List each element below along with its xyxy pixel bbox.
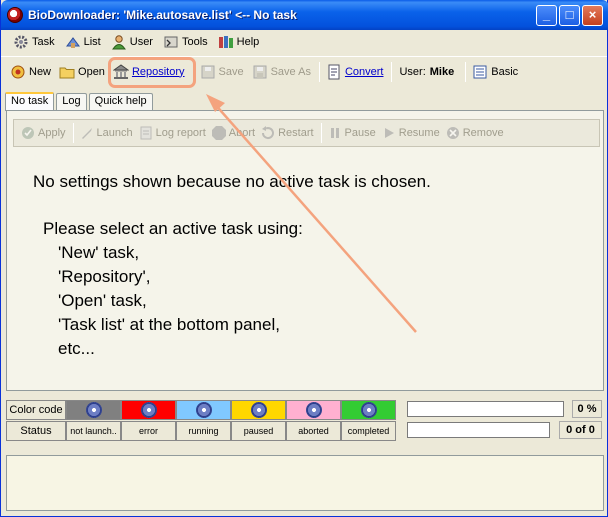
launch-button[interactable]: Launch [79, 125, 138, 141]
status-row: Status not launch.. error running paused… [6, 421, 396, 441]
new-button[interactable]: New [7, 60, 56, 84]
gear-icon [195, 402, 212, 418]
action-toolbar: Apply Launch Log report Abort Restart Pa… [13, 119, 600, 147]
repository-highlight [108, 57, 196, 88]
resume-button[interactable]: Resume [381, 125, 445, 141]
basic-mode-button[interactable]: Basic [469, 60, 523, 84]
apply-button[interactable]: Apply [20, 125, 71, 141]
toolbar-separator [318, 61, 320, 82]
progress-percent: 0 % [572, 400, 602, 418]
rocket-icon [79, 125, 95, 141]
title-bar[interactable]: BioDownloader: 'Mike.autosave.list' <-- … [1, 0, 608, 30]
status-state-label: running [176, 421, 231, 441]
status-swatch [66, 400, 121, 420]
app-window: BioDownloader: 'Mike.autosave.list' <-- … [0, 0, 608, 517]
task-tabs: No task Log Quick help [5, 92, 155, 111]
instruction-item: 'Task list' at the bottom panel, [58, 315, 280, 334]
status-swatch [121, 400, 176, 420]
save-icon [200, 64, 216, 80]
task-progress-bar [407, 422, 550, 438]
abort-button[interactable]: Abort [211, 125, 260, 141]
task-icon [13, 34, 29, 50]
minimize-button[interactable]: _ [536, 5, 557, 26]
menu-bar: Task List User Tools Help [1, 30, 607, 54]
menu-user[interactable]: User [107, 31, 159, 53]
no-task-message: No settings shown because no active task… [33, 172, 431, 191]
menu-list[interactable]: List [61, 31, 107, 53]
menu-task[interactable]: Task [9, 31, 61, 53]
gear-icon [140, 402, 157, 418]
tab-quick-help[interactable]: Quick help [88, 93, 153, 110]
status-state-label: aborted [286, 421, 341, 441]
gear-icon [360, 402, 377, 418]
status-state-label: error [121, 421, 176, 441]
task-content-panel: Apply Launch Log report Abort Restart Pa… [6, 110, 604, 391]
pause-icon [327, 125, 343, 141]
tab-log[interactable]: Log [56, 93, 87, 110]
window-title: BioDownloader: 'Mike.autosave.list' <-- … [28, 8, 297, 22]
toolbar-separator [391, 61, 393, 82]
status-state-label: completed [341, 421, 396, 441]
user-label: User: [399, 65, 426, 78]
close-button[interactable]: × [582, 5, 603, 26]
main-toolbar: New Open Repository Save Save As Convert… [1, 56, 607, 86]
status-swatch [341, 400, 396, 420]
overall-progress-bar [407, 401, 564, 417]
play-icon [381, 125, 397, 141]
menu-help[interactable]: Help [214, 31, 266, 53]
pause-button[interactable]: Pause [327, 125, 381, 141]
tools-icon [163, 34, 179, 50]
folder-icon [59, 64, 75, 80]
report-icon [138, 125, 154, 141]
restart-icon [260, 125, 276, 141]
instruction-item: etc... [58, 339, 95, 358]
status-panel: Color code Status not launch.. error run… [6, 398, 604, 442]
remove-icon [445, 125, 461, 141]
instruction-item: 'New' task, [58, 243, 140, 262]
instruction-heading: Please select an active task using: [43, 219, 303, 238]
save-as-button[interactable]: Save As [249, 60, 316, 84]
list-icon [65, 34, 81, 50]
instruction-item: 'Repository', [58, 267, 151, 286]
status-state-label: paused [231, 421, 286, 441]
user-icon [111, 34, 127, 50]
remove-button[interactable]: Remove [445, 125, 509, 141]
task-count: 0 of 0 [559, 421, 602, 439]
color-code-label: Color code [6, 400, 66, 420]
help-icon [218, 34, 234, 50]
status-swatch [176, 400, 231, 420]
convert-button[interactable]: Convert [323, 60, 389, 84]
toolbar-separator [465, 61, 467, 82]
status-label: Status [6, 421, 66, 441]
restart-button[interactable]: Restart [260, 125, 318, 141]
log-report-button[interactable]: Log report [138, 125, 211, 141]
color-code-row: Color code [6, 400, 396, 420]
status-swatch [286, 400, 341, 420]
save-button[interactable]: Save [197, 60, 249, 84]
maximize-button[interactable]: □ [559, 5, 580, 26]
action-separator [320, 123, 322, 143]
tab-no-task[interactable]: No task [5, 92, 55, 111]
new-task-icon [10, 64, 26, 80]
gear-icon [250, 402, 267, 418]
user-name: Mike [429, 65, 455, 78]
menu-tools[interactable]: Tools [159, 31, 214, 53]
status-swatch [231, 400, 286, 420]
app-logo-icon [7, 7, 23, 23]
status-state-label: not launch.. [66, 421, 121, 441]
convert-icon [326, 64, 342, 80]
gear-icon [85, 402, 102, 418]
save-as-icon [252, 64, 268, 80]
gear-icon [305, 402, 322, 418]
check-icon [20, 125, 36, 141]
stop-icon [211, 125, 227, 141]
instruction-item: 'Open' task, [58, 291, 147, 310]
action-separator [72, 123, 74, 143]
task-list-panel [6, 455, 604, 511]
open-button[interactable]: Open [56, 60, 110, 84]
list-view-icon [472, 64, 488, 80]
